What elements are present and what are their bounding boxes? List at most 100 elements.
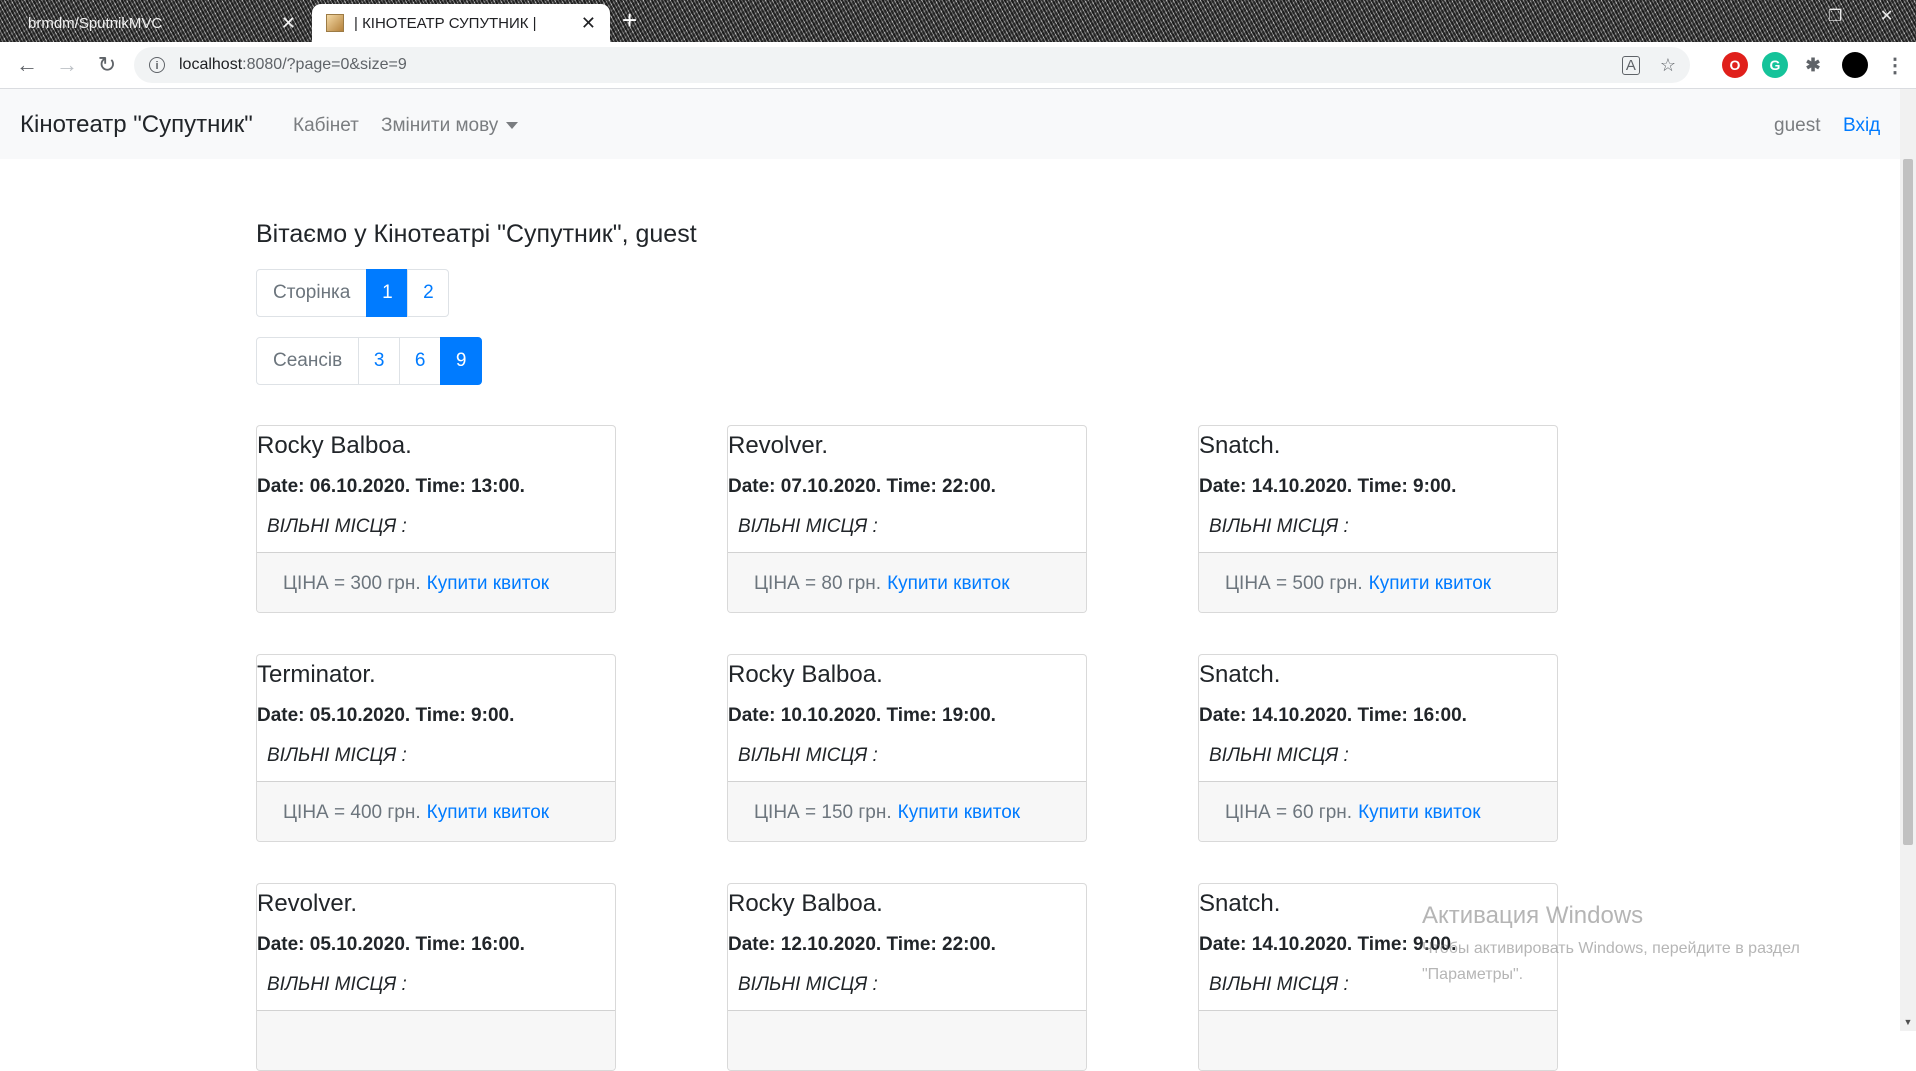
- site-navbar: Кінотеатр "Супутник" Кабінет Змінити мов…: [0, 89, 1900, 159]
- card-footer: ЦІНА = 150 грн. Купити квиток: [728, 781, 1086, 841]
- favicon-icon: [326, 14, 344, 32]
- pagination-label: Сторінка: [256, 269, 368, 317]
- session-card: Snatch. Date: 14.10.2020. Time: 16:00. В…: [1198, 654, 1558, 842]
- session-card: Rocky Balboa. Date: 06.10.2020. Time: 13…: [256, 425, 616, 613]
- movie-title: Revolver.: [257, 890, 358, 917]
- buy-ticket-link[interactable]: Купити квиток: [887, 573, 1009, 595]
- scroll-down-icon[interactable]: ▼: [1900, 1014, 1916, 1030]
- size-link-3[interactable]: 3: [358, 337, 401, 385]
- card-footer: ЦІНА = 80 грн. Купити квиток: [728, 552, 1086, 612]
- browser-toolbar: ← → ↻ i localhost:8080/?page=0&size=9 A …: [0, 42, 1916, 89]
- size-pagination: Сеансів 3 6 9: [256, 337, 483, 385]
- extensions-puzzle-icon[interactable]: ✱: [1800, 52, 1826, 78]
- session-card: Revolver. Date: 05.10.2020. Time: 16:00.…: [256, 883, 616, 1071]
- free-seats-label: ВІЛЬНІ МІСЦЯ :: [267, 745, 407, 766]
- back-icon[interactable]: ←: [12, 50, 42, 80]
- windows-activation-watermark: Активация Windows Чтобы активировать Win…: [1422, 902, 1862, 988]
- username-label: guest: [1774, 115, 1821, 136]
- session-datetime: Date: 05.10.2020. Time: 9:00.: [257, 705, 515, 726]
- welcome-heading: Вітаємо у Кінотеатрі "Супутник", guest: [256, 220, 697, 248]
- buy-ticket-link[interactable]: Купити квиток: [427, 802, 549, 824]
- movie-title: Revolver.: [728, 432, 829, 459]
- tab-title: | КІНОТЕАТР СУПУТНИК |: [354, 14, 537, 32]
- movie-title: Snatch.: [1199, 661, 1281, 688]
- free-seats-label: ВІЛЬНІ МІСЦЯ :: [1209, 745, 1349, 766]
- session-card: Rocky Balboa. Date: 10.10.2020. Time: 19…: [727, 654, 1087, 842]
- language-dropdown[interactable]: Змінити мову: [381, 115, 519, 137]
- reload-icon[interactable]: ↻: [92, 50, 122, 80]
- browser-menu-icon[interactable]: ⋮: [1882, 52, 1908, 78]
- buy-ticket-link[interactable]: Купити квиток: [1369, 573, 1491, 595]
- buy-ticket-link[interactable]: Купити квиток: [1358, 802, 1480, 824]
- profile-avatar[interactable]: [1842, 52, 1868, 78]
- close-tab-icon[interactable]: ✕: [581, 14, 596, 32]
- card-footer: ЦІНА = 400 грн. Купити квиток: [257, 781, 615, 841]
- free-seats-label: ВІЛЬНІ МІСЦЯ :: [267, 974, 407, 995]
- browser-tab-cinema[interactable]: | КІНОТЕАТР СУПУТНИК | ✕: [312, 4, 610, 42]
- new-tab-button[interactable]: +: [622, 6, 637, 34]
- movie-title: Rocky Balboa.: [257, 432, 412, 459]
- bookmark-star-icon[interactable]: ☆: [1660, 55, 1676, 76]
- forward-icon[interactable]: →: [52, 50, 82, 80]
- page-link-1[interactable]: 1: [366, 269, 409, 317]
- login-link[interactable]: Вхід: [1843, 115, 1880, 137]
- movie-title: Rocky Balboa.: [728, 661, 883, 688]
- session-datetime: Date: 12.10.2020. Time: 22:00.: [728, 934, 996, 955]
- price-label: ЦІНА = 60 грн.: [1225, 801, 1353, 823]
- card-footer: [257, 1010, 615, 1070]
- card-footer: [1199, 1010, 1557, 1070]
- price-label: ЦІНА = 400 грн.: [283, 801, 421, 823]
- size-label: Сеансів: [256, 337, 360, 385]
- movie-title: Snatch.: [1199, 890, 1281, 917]
- movie-title: Terminator.: [257, 661, 376, 688]
- scrollbar-thumb[interactable]: [1903, 159, 1913, 845]
- session-datetime: Date: 14.10.2020. Time: 16:00.: [1199, 705, 1467, 726]
- buy-ticket-link[interactable]: Купити квиток: [898, 802, 1020, 824]
- free-seats-label: ВІЛЬНІ МІСЦЯ :: [738, 516, 878, 537]
- free-seats-label: ВІЛЬНІ МІСЦЯ :: [1209, 516, 1349, 537]
- session-card: Rocky Balboa. Date: 12.10.2020. Time: 22…: [727, 883, 1087, 1071]
- browser-tab-strip: brmdm/SputnikMVC ✕ | КІНОТЕАТР СУПУТНИК …: [0, 0, 1916, 42]
- card-footer: [728, 1010, 1086, 1070]
- session-datetime: Date: 14.10.2020. Time: 9:00.: [1199, 934, 1457, 955]
- page-pagination: Сторінка 1 2: [256, 269, 450, 317]
- card-footer: ЦІНА = 300 грн. Купити квиток: [257, 552, 615, 612]
- close-window-icon[interactable]: ✕: [1880, 6, 1893, 26]
- page-link-2[interactable]: 2: [407, 269, 450, 317]
- buy-ticket-link[interactable]: Купити квиток: [427, 573, 549, 595]
- browser-tab-github[interactable]: brmdm/SputnikMVC ✕: [14, 4, 310, 42]
- card-footer: ЦІНА = 500 грн. Купити квиток: [1199, 552, 1557, 612]
- close-tab-icon[interactable]: ✕: [281, 14, 296, 32]
- card-footer: ЦІНА = 60 грн. Купити квиток: [1199, 781, 1557, 841]
- site-info-icon[interactable]: i: [149, 57, 165, 73]
- free-seats-label: ВІЛЬНІ МІСЦЯ :: [738, 745, 878, 766]
- session-datetime: Date: 14.10.2020. Time: 9:00.: [1199, 476, 1457, 497]
- nav-cabinet-link[interactable]: Кабінет: [293, 115, 359, 137]
- tab-title: brmdm/SputnikMVC: [28, 14, 163, 32]
- translate-icon[interactable]: A: [1621, 55, 1640, 75]
- url-text: localhost:8080/?page=0&size=9: [179, 56, 407, 73]
- session-datetime: Date: 07.10.2020. Time: 22:00.: [728, 476, 996, 497]
- watermark-title: Активация Windows: [1422, 902, 1644, 929]
- session-datetime: Date: 05.10.2020. Time: 16:00.: [257, 934, 525, 955]
- size-link-9[interactable]: 9: [440, 337, 483, 385]
- address-bar[interactable]: i localhost:8080/?page=0&size=9 A ☆: [134, 47, 1690, 83]
- site-brand[interactable]: Кінотеатр "Супутник": [20, 111, 253, 139]
- session-datetime: Date: 10.10.2020. Time: 19:00.: [728, 705, 996, 726]
- size-link-6[interactable]: 6: [399, 337, 442, 385]
- free-seats-label: ВІЛЬНІ МІСЦЯ :: [1209, 974, 1349, 995]
- session-datetime: Date: 06.10.2020. Time: 13:00.: [257, 476, 525, 497]
- price-label: ЦІНА = 150 грн.: [754, 801, 892, 823]
- session-card: Snatch. Date: 14.10.2020. Time: 9:00. ВІ…: [1198, 425, 1558, 613]
- restore-window-icon[interactable]: ❐: [1828, 6, 1842, 26]
- chevron-down-icon: [506, 122, 519, 130]
- watermark-text: Чтобы активировать Windows, перейдите в …: [1422, 940, 1800, 983]
- omnibox-actions: A ☆: [1621, 47, 1676, 83]
- price-label: ЦІНА = 500 грн.: [1225, 572, 1363, 594]
- session-card: Revolver. Date: 07.10.2020. Time: 22:00.…: [727, 425, 1087, 613]
- session-card: Terminator. Date: 05.10.2020. Time: 9:00…: [256, 654, 616, 842]
- free-seats-label: ВІЛЬНІ МІСЦЯ :: [267, 516, 407, 537]
- free-seats-label: ВІЛЬНІ МІСЦЯ :: [738, 974, 878, 995]
- grammarly-extension-icon[interactable]: G: [1762, 52, 1788, 78]
- opera-extension-icon[interactable]: O: [1722, 52, 1748, 78]
